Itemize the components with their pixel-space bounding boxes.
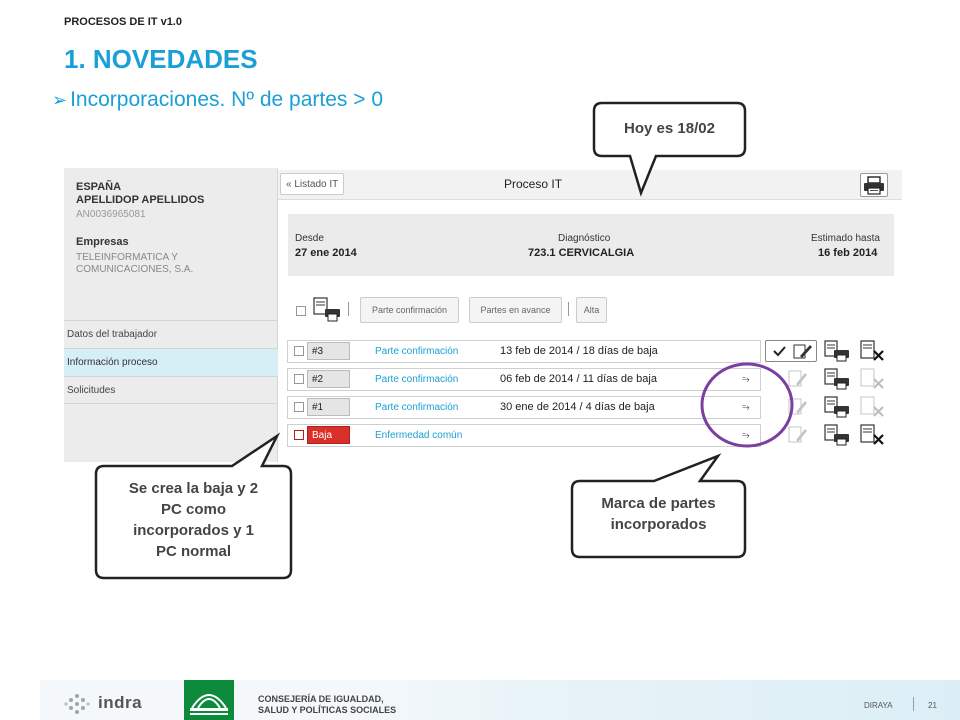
patient-name: APELLIDOP APELLIDOS — [76, 194, 205, 206]
edit-row-button-disabled — [786, 368, 810, 390]
incorporated-mark-icon: ⥲ — [742, 430, 750, 440]
nav-item-solicitudes[interactable]: Solicitudes — [64, 376, 278, 404]
row-type-link[interactable]: Parte confirmación — [375, 374, 458, 385]
callout-line: Se crea la baja y 2 — [128, 480, 259, 497]
edit-row-button-disabled — [786, 396, 810, 418]
row-type-link[interactable]: Enfermedad común — [375, 430, 462, 441]
print-document-icon — [824, 396, 849, 418]
action-separator — [568, 302, 569, 316]
table-row[interactable] — [287, 424, 761, 447]
row-tag: #1 — [307, 398, 350, 416]
row-checkbox[interactable] — [294, 346, 304, 356]
row-date: 13 feb de 2014 / 18 días de baja — [500, 345, 658, 357]
today-callout-text: Hoy es 18/02 — [624, 120, 715, 137]
delete-document-icon — [860, 424, 884, 445]
callout-line: Marca de partes — [601, 495, 716, 512]
junta-emblem-icon — [190, 694, 228, 715]
diagnostico-label: Diagnóstico — [558, 233, 611, 244]
row-date: 06 feb de 2014 / 11 días de baja — [500, 373, 657, 385]
check-edit-icon — [773, 344, 812, 359]
callout-line: PC normal — [155, 543, 231, 560]
delete-document-icon — [860, 396, 884, 417]
delete-row-button-disabled — [860, 396, 884, 418]
diraya-label: DIRAYA — [864, 701, 893, 710]
row-tag-baja: Baja — [307, 426, 350, 444]
callout-line: incorporados y 1 — [133, 522, 254, 539]
desde-label: Desde — [295, 233, 324, 244]
callout-line: incorporados — [610, 516, 707, 533]
delete-document-icon — [860, 368, 884, 389]
print-button[interactable] — [860, 173, 888, 197]
row-type-link[interactable]: Parte confirmación — [375, 402, 458, 413]
print-row-button[interactable] — [824, 340, 849, 362]
edit-document-icon — [788, 426, 807, 443]
baja-callout-text: Se crea la baja y 2 PC como incorporados… — [96, 478, 291, 562]
footer-band — [40, 680, 960, 720]
consejeria-line: SALUD Y POLÍTICAS SOCIALES — [258, 705, 397, 715]
company-name: TELEINFORMATICA Y COMUNICACIONES, S.A. — [76, 252, 194, 275]
row-checkbox[interactable] — [294, 430, 304, 440]
print-selected-button[interactable] — [312, 297, 342, 323]
callout-line: PC como — [160, 501, 226, 518]
back-to-list-button[interactable]: « Listado IT — [280, 173, 344, 195]
print-row-button[interactable] — [824, 396, 849, 418]
edit-document-icon — [788, 398, 807, 415]
print-document-icon — [824, 368, 849, 390]
nav-item-datos-trabajador[interactable]: Datos del trabajador — [64, 320, 278, 348]
delete-row-button[interactable] — [860, 340, 884, 362]
row-type-link[interactable]: Parte confirmación — [375, 346, 458, 357]
desde-value: 27 ene 2014 — [295, 247, 357, 259]
document-label: PROCESOS DE IT v1.0 — [64, 16, 182, 28]
print-document-icon — [824, 424, 849, 446]
patient-id: AN0036965081 — [76, 209, 146, 220]
mark-callout-text: Marca de partes incorporados — [572, 493, 745, 535]
row-checkbox[interactable] — [294, 374, 304, 384]
print-document-icon — [313, 297, 340, 322]
consejeria-text: CONSEJERÍA DE IGUALDAD, SALUD Y POLÍTICA… — [258, 694, 396, 716]
indra-brand: indra — [98, 693, 143, 712]
page-number: 21 — [928, 701, 937, 710]
delete-row-button[interactable] — [860, 424, 884, 446]
process-summary — [288, 214, 894, 276]
delete-document-icon — [860, 340, 884, 361]
print-row-button[interactable] — [824, 424, 849, 446]
process-toolbar — [278, 170, 902, 200]
print-document-icon — [824, 340, 849, 362]
select-all-checkbox[interactable] — [296, 306, 306, 316]
parte-confirmacion-button[interactable]: Parte confirmación — [360, 297, 459, 323]
confirm-row-button[interactable] — [765, 340, 817, 362]
printer-icon — [864, 176, 884, 195]
nav-item-informacion-proceso[interactable]: Información proceso — [64, 348, 278, 376]
bullet-text: Incorporaciones. Nº de partes > 0 — [70, 88, 384, 111]
slide-title: 1. NOVEDADES — [64, 44, 258, 74]
delete-row-button-disabled — [860, 368, 884, 390]
diagnostico-value: 723.1 CERVICALGIA — [528, 247, 635, 259]
footer-separator — [913, 697, 914, 711]
edit-row-button-disabled — [786, 424, 810, 446]
alta-button[interactable]: Alta — [576, 297, 607, 323]
row-tag: #3 — [307, 342, 350, 360]
row-tag: #2 — [307, 370, 350, 388]
process-title: Proceso IT — [504, 177, 563, 191]
consejeria-line: CONSEJERÍA DE IGUALDAD, — [258, 694, 384, 704]
junta-andalucia-logo — [184, 680, 234, 720]
estimado-label: Estimado hasta — [811, 233, 880, 244]
edit-document-icon — [788, 370, 807, 387]
print-row-button[interactable] — [824, 368, 849, 390]
partes-avance-button[interactable]: Partes en avance — [469, 297, 562, 323]
incorporated-mark-icon: ⥲ — [742, 402, 750, 412]
indra-logo-icon — [64, 694, 90, 714]
company-label: Empresas — [76, 236, 129, 248]
bullet-line: ➢ Incorporaciones. Nº de partes > 0 — [52, 88, 383, 112]
row-date: 30 ene de 2014 / 4 días de baja — [500, 401, 655, 413]
estimado-value: 16 feb 2014 — [818, 247, 878, 259]
arrow-bullet-icon: ➢ — [52, 90, 68, 110]
row-checkbox[interactable] — [294, 402, 304, 412]
patient-country: ESPAÑA — [76, 181, 122, 193]
incorporated-mark-icon: ⥲ — [742, 374, 750, 384]
action-separator — [348, 302, 349, 316]
